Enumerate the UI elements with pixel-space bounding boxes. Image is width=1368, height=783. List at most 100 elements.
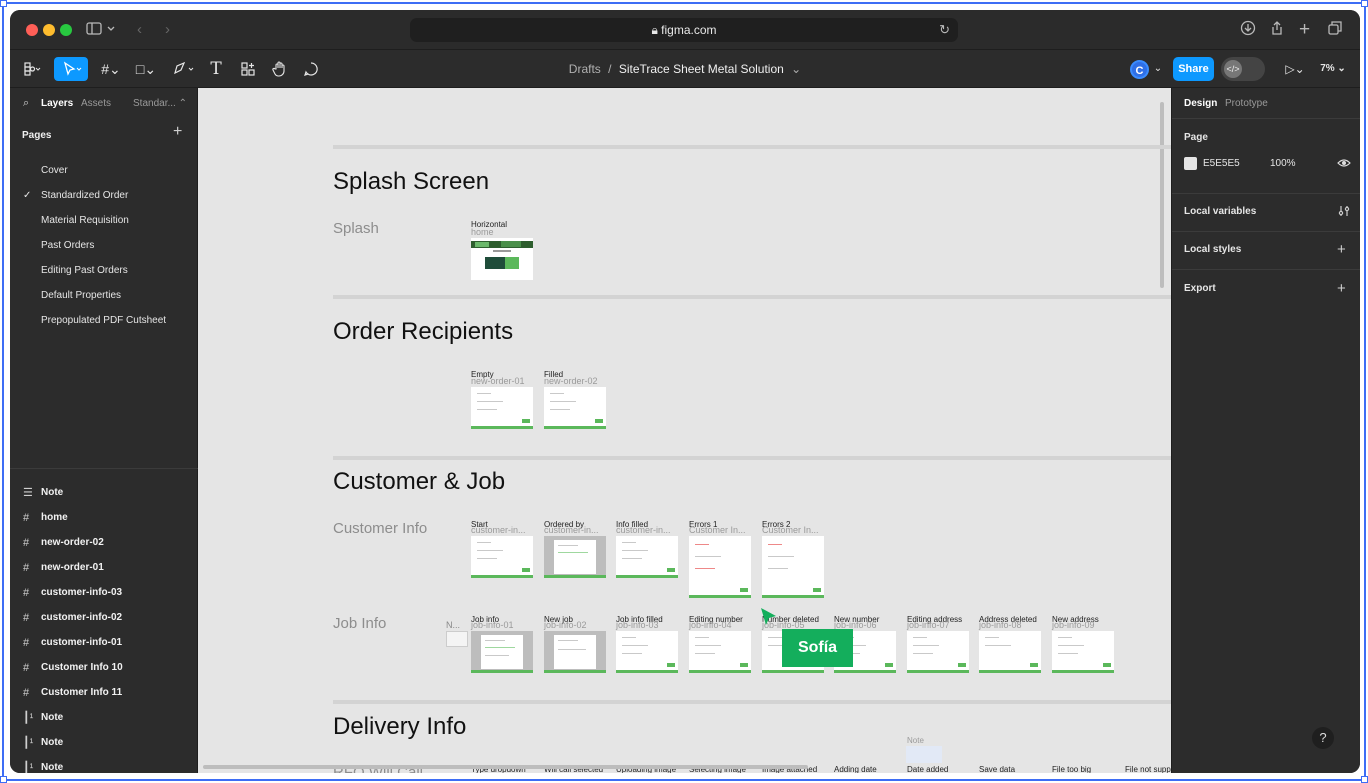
dev-mode-toggle[interactable]: </> — [1221, 57, 1265, 81]
frame-name[interactable]: job-info-09 — [1052, 620, 1095, 630]
layer-item[interactable]: # customer-info-01 — [10, 631, 198, 656]
avatar[interactable]: C — [1130, 60, 1149, 79]
layer-item[interactable]: ┃¹ Note — [10, 756, 198, 773]
frame-thumbnail[interactable] — [471, 631, 533, 673]
add-style-icon[interactable]: + — [1337, 242, 1346, 257]
present-icon[interactable]: ▷⌄ — [1282, 57, 1308, 81]
layer-item[interactable]: # home — [10, 506, 198, 531]
reload-icon[interactable]: ↻ — [939, 22, 950, 38]
divider — [10, 468, 198, 469]
minimize-window-button[interactable] — [43, 24, 55, 36]
export-header[interactable]: Export — [1184, 283, 1216, 295]
frame-name[interactable]: job-info-07 — [907, 620, 950, 630]
close-window-button[interactable] — [26, 24, 38, 36]
page-item-material-requisition[interactable]: Material Requisition — [41, 215, 129, 227]
frame-name[interactable]: customer-in... — [544, 525, 599, 535]
download-icon[interactable] — [1240, 20, 1256, 42]
frame-thumbnail[interactable] — [1052, 631, 1114, 673]
layer-item[interactable]: ┃¹ Note — [10, 731, 198, 756]
page-color-hex[interactable]: E5E5E5 — [1203, 158, 1240, 170]
local-variables-header[interactable]: Local variables — [1184, 206, 1256, 218]
frame-name[interactable]: new-order-02 — [544, 376, 598, 386]
page-item-standardized-order[interactable]: Standardized Order — [41, 190, 128, 202]
frame-thumbnail[interactable] — [689, 536, 751, 598]
layer-item[interactable]: # new-order-02 — [10, 531, 198, 556]
page-color-opacity[interactable]: 100% — [1270, 158, 1296, 170]
frame-name[interactable]: Customer In... — [689, 525, 746, 535]
frame-name[interactable]: job-info-02 — [544, 620, 587, 630]
add-export-icon[interactable]: + — [1337, 281, 1346, 296]
layer-item[interactable]: ┃¹ Note — [10, 706, 198, 731]
frame-thumbnail[interactable] — [544, 631, 606, 673]
note-thumbnail[interactable] — [446, 631, 468, 647]
variables-icon[interactable] — [1337, 204, 1351, 223]
layer-item[interactable]: # Customer Info 10 — [10, 656, 198, 681]
layer-item[interactable]: # customer-info-03 — [10, 581, 198, 606]
frame-thumbnail[interactable] — [979, 631, 1041, 673]
frame-name[interactable]: customer-in... — [616, 525, 671, 535]
frame-icon: # — [23, 512, 30, 524]
page-item-past-orders[interactable]: Past Orders — [41, 240, 94, 252]
search-icon[interactable]: ⌕ — [23, 97, 29, 110]
row-label: Splash — [333, 220, 379, 237]
frame-thumbnail[interactable] — [762, 536, 824, 598]
page-item-cover[interactable]: Cover — [41, 165, 68, 177]
layer-item[interactable]: # new-order-01 — [10, 556, 198, 581]
frame-icon: # — [23, 587, 30, 599]
local-styles-header[interactable]: Local styles — [1184, 244, 1241, 256]
chevron-down-icon[interactable]: ⌄ — [1152, 57, 1164, 81]
add-page-icon[interactable]: + — [173, 124, 182, 140]
new-tab-icon[interactable]: + — [1299, 20, 1310, 40]
frame-thumbnail[interactable] — [907, 631, 969, 673]
sidebar-toggle-icon[interactable] — [86, 20, 118, 44]
layer-item[interactable]: # customer-info-02 — [10, 606, 198, 631]
share-button[interactable]: Share — [1173, 57, 1214, 81]
frame-name[interactable]: new-order-01 — [471, 376, 525, 386]
layer-item[interactable]: # Customer Info 11 — [10, 681, 198, 706]
tab-library[interactable]: Standar... ⌃ — [133, 98, 187, 110]
frame-name[interactable]: Customer In... — [762, 525, 819, 535]
frame-name[interactable]: job-info-03 — [616, 620, 659, 630]
frame-name[interactable]: job-info-08 — [979, 620, 1022, 630]
frame-thumbnail[interactable] — [471, 387, 533, 429]
file-name[interactable]: SiteTrace Sheet Metal Solution — [619, 62, 784, 76]
page-color-swatch[interactable] — [1184, 157, 1197, 170]
tab-assets[interactable]: Assets — [81, 98, 111, 110]
eye-icon[interactable] — [1337, 156, 1351, 175]
frame-thumbnail[interactable] — [689, 631, 751, 673]
canvas[interactable]: Splash Screen Splash Horizontal home Ord… — [198, 88, 1171, 773]
frame-thumbnail[interactable] — [616, 536, 678, 578]
tab-prototype[interactable]: Prototype — [1225, 98, 1268, 110]
frame-name[interactable]: job-info-04 — [689, 620, 732, 630]
frame-thumbnail[interactable] — [471, 238, 533, 280]
tab-layers[interactable]: Layers — [41, 98, 73, 110]
frame-thumbnail[interactable] — [544, 387, 606, 429]
breadcrumb-drafts[interactable]: Drafts — [569, 62, 601, 76]
help-button[interactable]: ? — [1312, 727, 1334, 749]
frame-thumbnail[interactable] — [471, 536, 533, 578]
note-label[interactable]: N... — [446, 620, 460, 630]
tab-overview-icon[interactable] — [1327, 20, 1343, 42]
frame-name[interactable]: customer-in... — [471, 525, 526, 535]
tab-design[interactable]: Design — [1184, 98, 1217, 110]
note-thumbnail[interactable] — [906, 746, 942, 763]
back-icon[interactable]: ‹ — [137, 20, 142, 40]
share-sheet-icon[interactable] — [1269, 20, 1285, 42]
address-bar[interactable]: 🔒︎ figma.com ↻ — [410, 18, 958, 42]
chevron-down-icon[interactable]: ⌄ — [791, 62, 801, 76]
frame-name[interactable]: job-info-01 — [471, 620, 514, 630]
forward-icon[interactable]: › — [165, 20, 170, 40]
page-item-editing-past-orders[interactable]: Editing Past Orders — [41, 265, 128, 277]
zoom-control[interactable]: 7% ⌄ — [1316, 57, 1350, 81]
page-item-prepopulated-pdf-cutsheet[interactable]: Prepopulated PDF Cutsheet — [41, 315, 166, 327]
layer-item[interactable]: ☰ Note — [10, 481, 198, 506]
horizontal-scrollbar[interactable] — [203, 765, 808, 769]
vertical-scrollbar[interactable] — [1160, 102, 1164, 288]
frame-name[interactable]: home — [471, 227, 494, 237]
note-label[interactable]: Note — [907, 736, 924, 746]
page-item-default-properties[interactable]: Default Properties — [41, 290, 121, 302]
zoom-window-button[interactable] — [60, 24, 72, 36]
selection-handle — [0, 0, 7, 7]
frame-thumbnail[interactable] — [544, 536, 606, 578]
frame-thumbnail[interactable] — [616, 631, 678, 673]
